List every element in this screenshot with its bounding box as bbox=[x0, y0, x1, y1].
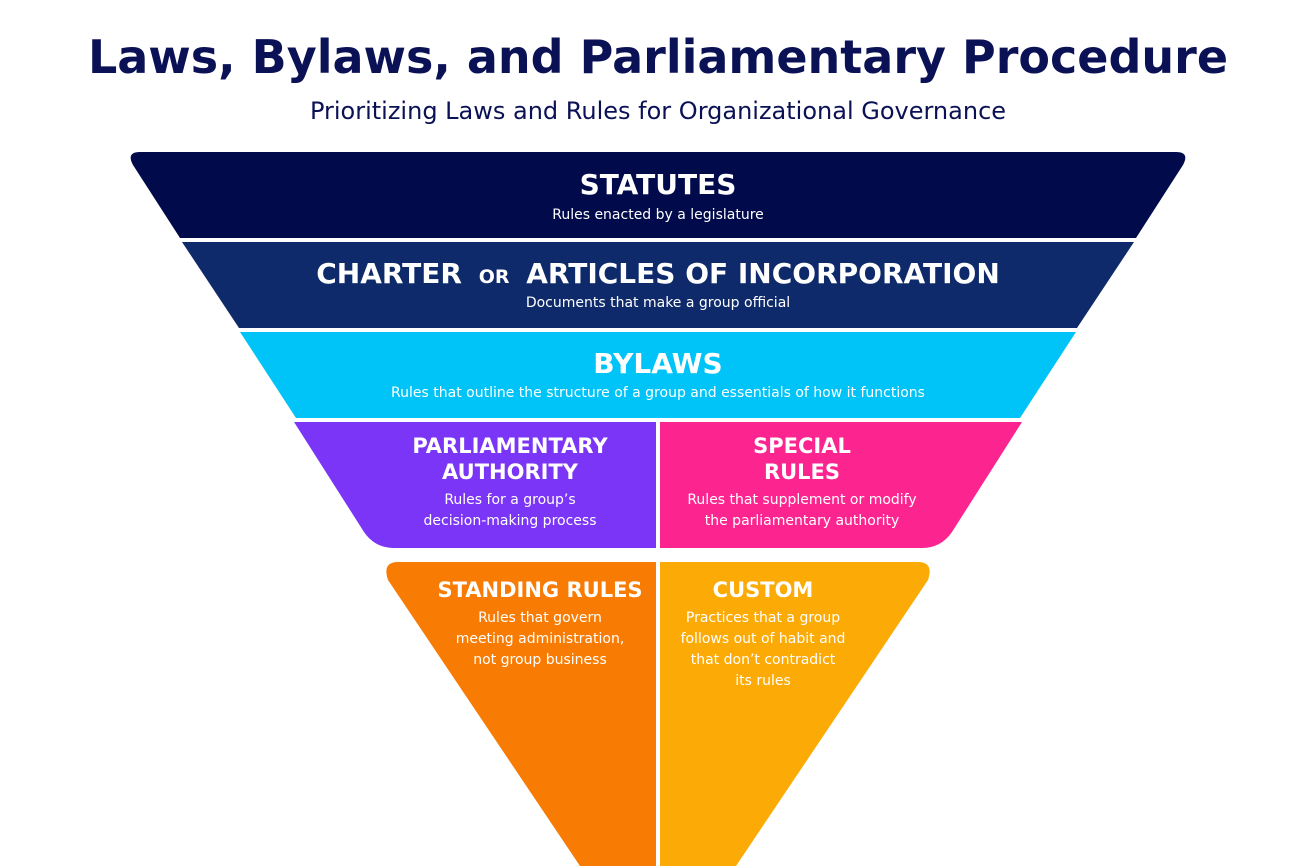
tier-charter-heading-part1: CHARTER bbox=[316, 257, 462, 290]
tier-statutes-description: Rules enacted by a legislature bbox=[552, 207, 764, 223]
tier-charter-heading: CHARTER OR ARTICLES OF INCORPORATION bbox=[316, 257, 1000, 290]
tier-special-rules-heading-line1: SPECIAL bbox=[753, 434, 851, 458]
tier-bylaws-description: Rules that outline the structure of a gr… bbox=[391, 385, 925, 401]
tier-special-rules-heading-line2: RULES bbox=[764, 460, 840, 484]
tier-custom-description-line4: its rules bbox=[735, 673, 791, 689]
tier-special-rules-description-line2: the parliamentary authority bbox=[705, 513, 900, 529]
tier-standing-rules: STANDING RULES Rules that govern meeting… bbox=[386, 562, 656, 866]
tier-statutes: STATUTES Rules enacted by a legislature bbox=[130, 152, 1186, 238]
tier-parliamentary-authority-description-line1: Rules for a group’s bbox=[444, 492, 575, 508]
tier-bylaws: BYLAWS Rules that outline the structure … bbox=[240, 332, 1076, 418]
governance-pyramid: STATUTES Rules enacted by a legislature … bbox=[130, 152, 1186, 866]
tier-standing-rules-heading: STANDING RULES bbox=[437, 578, 642, 602]
tier-standing-rules-band bbox=[386, 562, 656, 866]
tier-custom: CUSTOM Practices that a group follows ou… bbox=[660, 562, 930, 866]
tier-charter-heading-connector: OR bbox=[479, 266, 510, 288]
tier-custom-description-line1: Practices that a group bbox=[686, 610, 840, 626]
tier-parliamentary-authority-heading-line1: PARLIAMENTARY bbox=[412, 434, 608, 458]
tier-standing-rules-description-line2: meeting administration, bbox=[456, 631, 625, 647]
tier-custom-description-line3: that don’t contradict bbox=[691, 652, 836, 668]
tier-custom-description-line2: follows out of habit and bbox=[681, 631, 846, 647]
tier-bylaws-heading: BYLAWS bbox=[593, 347, 722, 380]
tier-statutes-heading: STATUTES bbox=[580, 168, 737, 201]
tier-standing-rules-description-line3: not group business bbox=[473, 652, 607, 668]
tier-parliamentary-authority: PARLIAMENTARY AUTHORITY Rules for a grou… bbox=[294, 422, 656, 548]
tier-charter: CHARTER OR ARTICLES OF INCORPORATION Doc… bbox=[182, 242, 1134, 328]
tier-custom-band bbox=[660, 562, 930, 866]
tier-charter-description: Documents that make a group official bbox=[526, 295, 790, 311]
tier-parliamentary-authority-description-line2: decision-making process bbox=[424, 513, 597, 529]
tier-standing-rules-description-line1: Rules that govern bbox=[478, 610, 602, 626]
tier-special-rules: SPECIAL RULES Rules that supplement or m… bbox=[660, 422, 1022, 548]
tier-charter-heading-part2: ARTICLES OF INCORPORATION bbox=[526, 257, 1000, 290]
tier-custom-heading: CUSTOM bbox=[713, 578, 814, 602]
tier-special-rules-description-line1: Rules that supplement or modify bbox=[687, 492, 916, 508]
tier-parliamentary-authority-heading-line2: AUTHORITY bbox=[442, 460, 579, 484]
